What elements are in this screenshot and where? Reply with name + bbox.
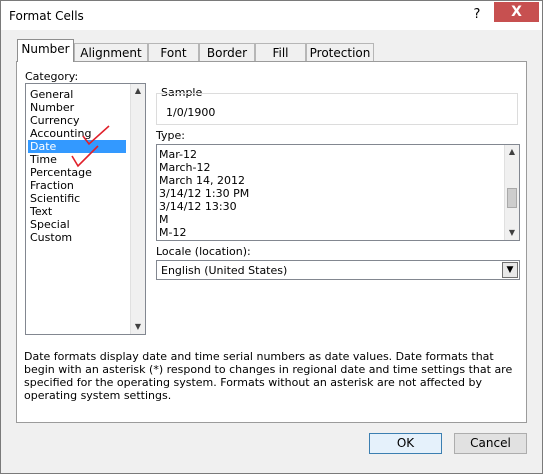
title-bar: Format Cells ? X	[1, 1, 542, 30]
category-item-general[interactable]: General	[28, 88, 126, 101]
scroll-up-arrow-icon[interactable]: ▲	[131, 84, 145, 98]
format-description: Date formats display date and time seria…	[24, 350, 513, 402]
type-item[interactable]: 3/14/12 1:30 PM	[159, 187, 249, 200]
category-scrollbar[interactable]: ▲ ▼	[130, 84, 145, 334]
help-button[interactable]: ?	[469, 7, 485, 23]
format-cells-dialog: Format Cells ? X Number Alignment Font B…	[0, 0, 543, 474]
tab-protection[interactable]: Protection	[306, 43, 374, 61]
scroll-down-arrow-icon[interactable]: ▼	[505, 226, 519, 240]
category-item-scientific[interactable]: Scientific	[28, 192, 126, 205]
window-title: Format Cells	[9, 9, 84, 23]
type-item[interactable]: 3/14/12 13:30	[159, 200, 237, 213]
type-item[interactable]: March-12	[159, 161, 211, 174]
tab-border[interactable]: Border	[199, 43, 255, 61]
ok-button[interactable]: OK	[369, 433, 442, 454]
category-item-special[interactable]: Special	[28, 218, 126, 231]
locale-dropdown[interactable]: English (United States) ▼	[156, 260, 520, 280]
scroll-down-arrow-icon[interactable]: ▼	[131, 320, 145, 334]
category-list[interactable]: General Number Currency Accounting Date …	[25, 83, 146, 335]
sample-value: 1/0/1900	[166, 106, 216, 119]
type-label: Type:	[156, 129, 185, 142]
tab-font[interactable]: Font	[148, 43, 199, 61]
scroll-up-arrow-icon[interactable]: ▲	[505, 145, 519, 159]
locale-label: Locale (location):	[156, 245, 251, 258]
close-button[interactable]: X	[494, 2, 539, 22]
sample-box: 1/0/1900	[156, 93, 518, 125]
locale-value: English (United States)	[161, 264, 288, 277]
category-item-text[interactable]: Text	[28, 205, 126, 218]
category-label: Category:	[25, 70, 79, 83]
cancel-button[interactable]: Cancel	[454, 433, 527, 454]
type-item[interactable]: M	[159, 213, 169, 226]
category-item-fraction[interactable]: Fraction	[28, 179, 126, 192]
scroll-thumb[interactable]	[507, 188, 517, 208]
type-item[interactable]: M-12	[159, 226, 186, 239]
checkmark-annotation-time	[71, 145, 99, 168]
tab-number[interactable]: Number	[17, 39, 74, 62]
number-tab-panel: Category: General Number Currency Accoun…	[16, 61, 527, 423]
type-item[interactable]: Mar-12	[159, 148, 197, 161]
tab-fill[interactable]: Fill	[255, 43, 306, 61]
type-scrollbar[interactable]: ▲ ▼	[504, 145, 519, 240]
chevron-down-icon[interactable]: ▼	[502, 262, 518, 278]
tab-alignment[interactable]: Alignment	[74, 43, 148, 61]
type-list[interactable]: Mar-12 March-12 March 14, 2012 3/14/12 1…	[156, 144, 520, 241]
category-item-number[interactable]: Number	[28, 101, 126, 114]
type-item[interactable]: March 14, 2012	[159, 174, 245, 187]
category-item-custom[interactable]: Custom	[28, 231, 126, 244]
